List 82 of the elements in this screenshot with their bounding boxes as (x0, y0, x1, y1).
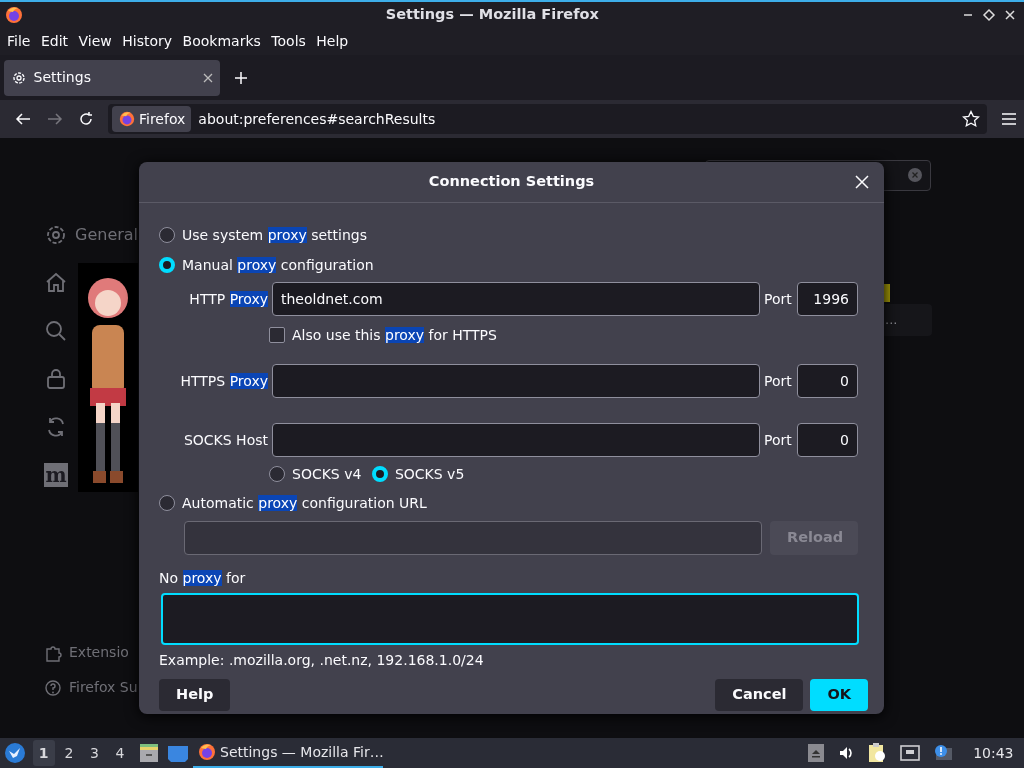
port-label: Port (764, 430, 793, 450)
workspace-button[interactable]: 1 (32, 740, 55, 766)
browser-tab[interactable]: Settings (3, 59, 220, 96)
option-label[interactable]: SOCKS v5 (394, 463, 465, 485)
workspace-button[interactable]: 3 (83, 740, 106, 766)
taskbar-task[interactable]: Settings — Mozilla Fir… (192, 738, 383, 768)
address-bar[interactable]: Firefox about:preferences#searchResults (108, 104, 987, 134)
firefox-logo-icon (3, 5, 24, 25)
workspace-button[interactable]: 2 (58, 740, 80, 766)
text-field[interactable] (272, 364, 760, 398)
back-icon[interactable] (14, 111, 32, 127)
port-label: Port (764, 289, 793, 309)
result-text: ... (885, 311, 898, 329)
sidebar-link[interactable]: Firefox Su (69, 677, 138, 698)
menu-icon[interactable] (1001, 112, 1017, 126)
file-cabinet-icon[interactable] (138, 742, 160, 764)
task-label: Settings — Mozilla Fir… (220, 742, 384, 762)
dialog-button[interactable]: OK (810, 679, 868, 711)
gear-icon (44, 223, 68, 247)
search-icon[interactable] (44, 319, 68, 343)
port-label: Port (764, 371, 793, 391)
menu-item[interactable]: History (122, 31, 173, 52)
radio-button[interactable] (159, 227, 175, 243)
firefox-logo-icon (196, 742, 217, 762)
port-field[interactable]: 0 (797, 364, 858, 398)
help-icon[interactable] (44, 677, 62, 698)
sidebar-link[interactable]: Extensio (69, 642, 129, 663)
sidebar-item[interactable]: General (75, 223, 139, 247)
tab-label: Settings (33, 68, 92, 87)
radio-button[interactable] (159, 257, 175, 273)
dialog-button[interactable]: Cancel (715, 679, 804, 711)
field-label: HTTPS Proxy (179, 371, 268, 391)
network-icon[interactable] (900, 744, 921, 762)
menu-item[interactable]: Edit (40, 31, 69, 52)
menu-item[interactable]: Help (316, 31, 349, 52)
url-text: about:preferences#searchResults (198, 109, 437, 129)
clear-icon[interactable] (908, 168, 922, 182)
window-title: Settings — Mozilla Firefox (384, 5, 600, 25)
checkbox-label[interactable]: Also use this proxy for HTTPS (292, 324, 497, 346)
hint-text: Example: .mozilla.org, .net.nz, 192.168.1.0/24 (159, 651, 485, 670)
star-icon[interactable] (962, 110, 980, 128)
maximize-icon[interactable] (982, 8, 996, 22)
menu-item[interactable]: Tools (271, 31, 306, 52)
firefox-logo-icon (117, 110, 136, 128)
option-label[interactable]: Manual proxy configuration (182, 254, 374, 276)
clipboard-icon[interactable] (868, 743, 887, 763)
option-label[interactable]: Automatic proxy configuration URL (182, 492, 427, 514)
clock: 10:43 (973, 743, 1014, 763)
menu-item[interactable]: View (78, 31, 112, 52)
eject-icon[interactable] (808, 744, 825, 762)
dialog-title: Connection Settings (428, 172, 595, 192)
workspace-button[interactable]: 4 (109, 740, 131, 766)
text-field[interactable]: theoldnet.com (272, 282, 760, 316)
home-icon[interactable] (44, 271, 68, 295)
radio-button[interactable] (371, 466, 388, 482)
close-icon[interactable] (1003, 8, 1017, 22)
field-label: No proxy for (159, 569, 246, 588)
identity-label: Firefox (139, 109, 186, 129)
highlight-mark (884, 284, 890, 302)
option-label[interactable]: Use system proxy settings (182, 224, 367, 246)
gear-icon (10, 69, 27, 86)
text-field[interactable] (272, 423, 760, 457)
radio-button[interactable] (269, 466, 285, 482)
radio-button[interactable] (159, 495, 175, 511)
checkbox[interactable] (269, 327, 285, 343)
notification-icon[interactable] (934, 744, 953, 762)
menu-item[interactable]: Bookmarks (182, 31, 261, 52)
close-icon[interactable] (202, 72, 213, 83)
option-label[interactable]: SOCKS v4 (292, 463, 362, 485)
port-field[interactable]: 0 (797, 423, 858, 457)
volume-icon[interactable] (838, 745, 855, 761)
field-label: SOCKS Host (182, 430, 268, 450)
field-label: HTTP Proxy (188, 289, 268, 309)
reload-icon[interactable] (78, 111, 94, 127)
forward-icon[interactable] (46, 111, 64, 127)
text-area[interactable] (161, 593, 859, 645)
dialog-button[interactable]: Help (159, 679, 231, 711)
new-tab-icon[interactable] (233, 70, 248, 85)
port-field[interactable]: 1996 (797, 282, 858, 316)
desktop-icon[interactable] (167, 743, 189, 763)
lock-icon[interactable] (44, 367, 68, 391)
menu-item[interactable]: File (7, 31, 31, 52)
